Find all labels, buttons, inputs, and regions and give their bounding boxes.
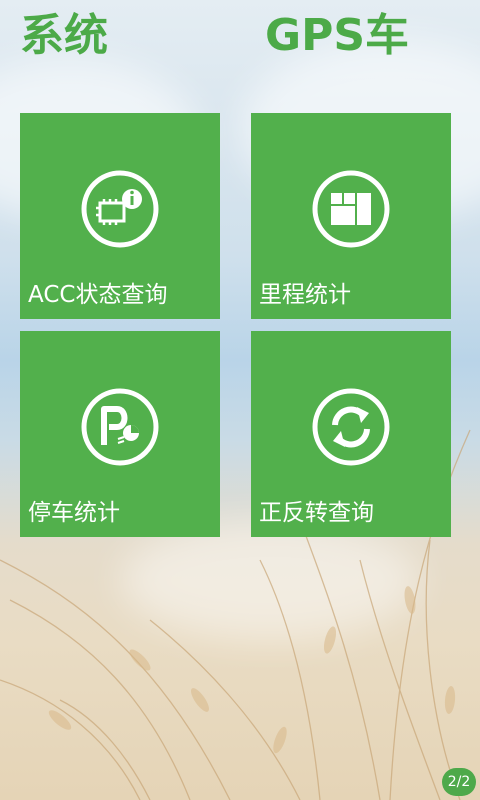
mileage-grid-icon	[312, 170, 390, 248]
rotation-refresh-icon	[312, 388, 390, 466]
header-title-system: 系统	[20, 10, 108, 61]
parking-icon	[81, 388, 159, 466]
tile-rotation-query[interactable]: 正反转查询	[251, 331, 451, 537]
acc-chip-info-icon	[81, 170, 159, 248]
page-indicator[interactable]: 2/2	[442, 768, 476, 796]
tile-acc-status-query[interactable]: ACC状态查询	[20, 113, 220, 319]
tile-label: ACC状态查询	[28, 282, 168, 308]
tile-label: 正反转查询	[259, 500, 374, 526]
tile-label: 里程统计	[259, 282, 351, 308]
header-title-gps: GPS车	[265, 10, 410, 61]
tile-mileage-statistics[interactable]: 里程统计	[251, 113, 451, 319]
tile-label: 停车统计	[28, 500, 120, 526]
tile-parking-statistics[interactable]: 停车统计	[20, 331, 220, 537]
